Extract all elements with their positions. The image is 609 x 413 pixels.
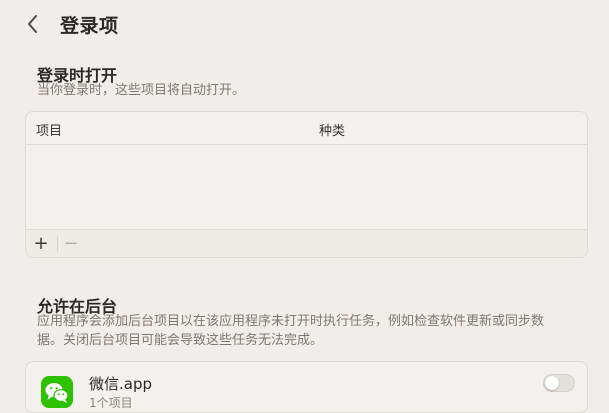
app-name: 微信.app [89, 375, 153, 393]
login-items-table: 项目 种类 + − [25, 111, 588, 258]
table-header: 项目 种类 [26, 112, 587, 145]
chevron-left-icon [28, 15, 37, 33]
add-item-button[interactable]: + [29, 233, 53, 255]
wechat-background-toggle[interactable] [543, 374, 575, 392]
back-button[interactable] [20, 10, 46, 38]
page-title: 登录项 [60, 15, 119, 37]
column-header-item[interactable]: 项目 [36, 120, 62, 139]
table-footer: + − [26, 229, 587, 257]
footer-divider [57, 236, 58, 252]
section-desc-login-open: 当你登录时，这些项目将自动打开。 [37, 83, 246, 98]
toggle-knob [545, 376, 559, 390]
header: 登录项 [0, 0, 609, 48]
section-desc-background-line2: 据。关闭后台项目可能会导致这些任务无法完成。 [37, 333, 324, 348]
app-item-count: 1个项目 [89, 396, 133, 410]
table-body-empty [26, 145, 587, 229]
background-item-wechat: 微信.app 1个项目 [25, 361, 588, 413]
column-header-kind[interactable]: 种类 [319, 120, 345, 139]
remove-item-button[interactable]: − [59, 233, 83, 255]
section-desc-background-line1: 应用程序会添加后台项目以在该应用程序未打开时执行任务，例如检查软件更新或同步数 [37, 314, 545, 329]
wechat-icon [41, 376, 73, 408]
